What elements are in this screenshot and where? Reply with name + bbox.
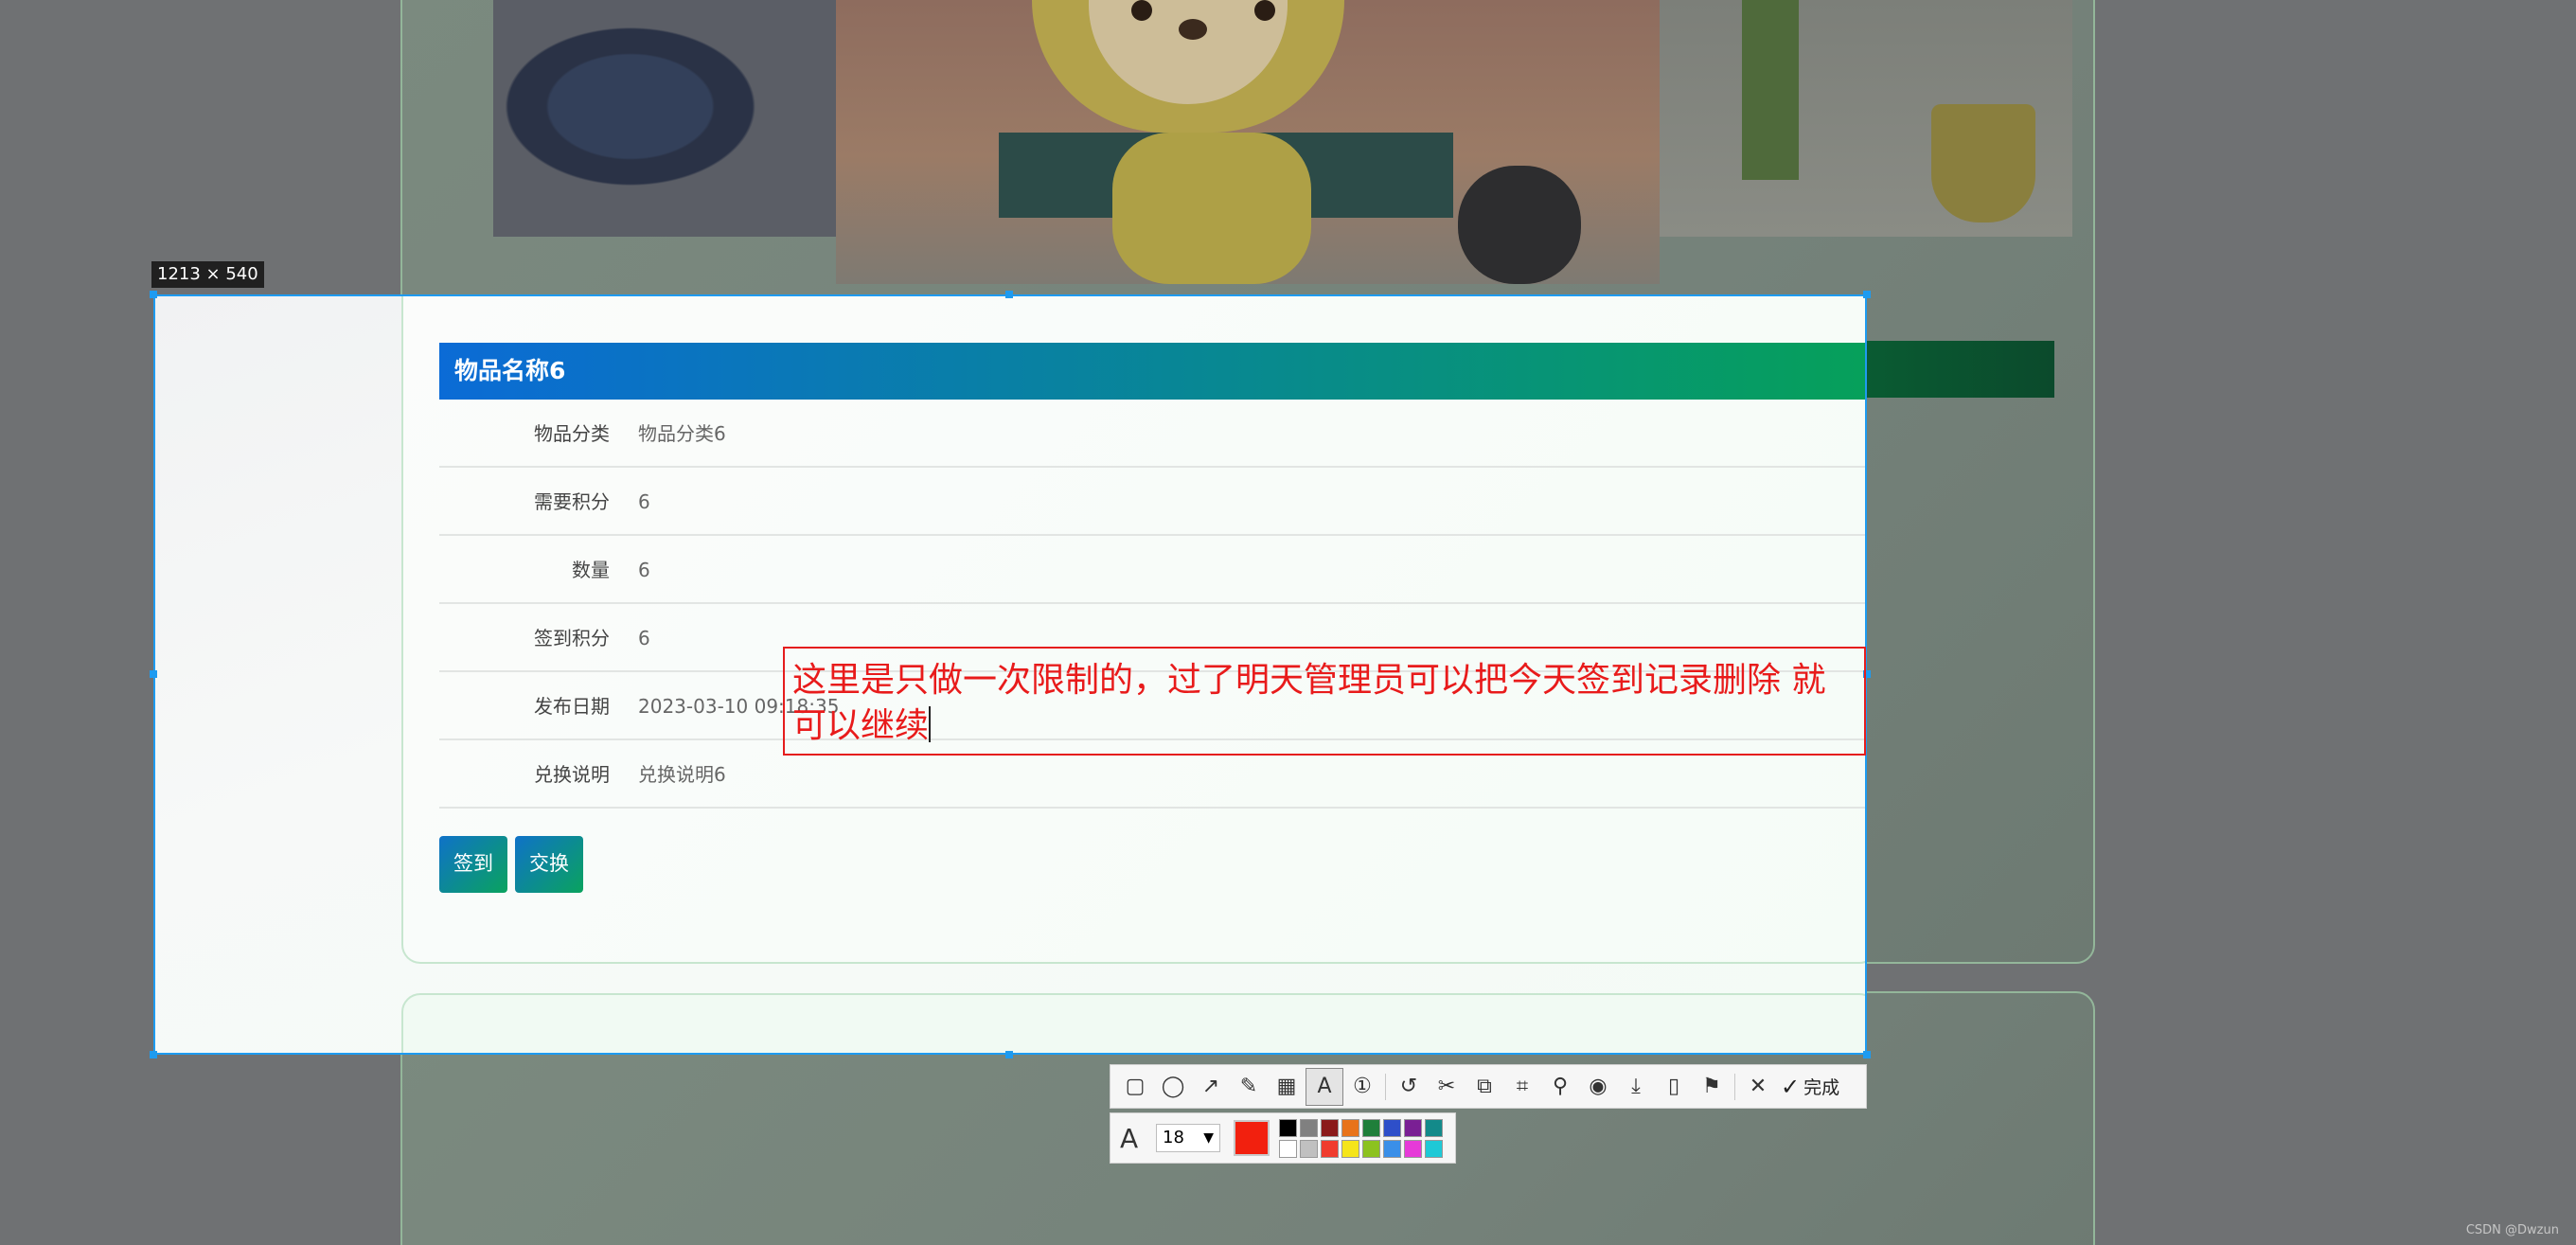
record-icon[interactable]: ◉: [1579, 1068, 1617, 1106]
arrow-icon[interactable]: ↗: [1192, 1068, 1230, 1106]
done-label: 完成: [1803, 1077, 1840, 1098]
glass-cup-shape: [1931, 104, 2035, 222]
color-swatch[interactable]: [1425, 1139, 1443, 1158]
rectangle-icon[interactable]: ▢: [1116, 1068, 1154, 1106]
pencil-icon[interactable]: ✎: [1230, 1068, 1268, 1106]
field-label: 发布日期: [534, 695, 610, 718]
item-title: 物品名称6: [439, 343, 1865, 400]
screenshot-toolbar: ▢ ◯ ↗ ✎ ▦ A ① ↺ ✂ ⧉ ⌗ ⚲ ◉ ⤓ ▯ ⚑ ✕ ✓ 完成: [1110, 1064, 1867, 1109]
resize-handle-left[interactable]: [150, 670, 157, 678]
field-value: 兑换说明6: [638, 763, 726, 786]
selection-size-label: 1213 × 540: [151, 261, 264, 288]
field-row-category: 物品分类 物品分类6: [439, 400, 1865, 468]
color-swatch[interactable]: [1321, 1118, 1339, 1137]
color-swatch[interactable]: [1383, 1118, 1401, 1137]
color-swatch[interactable]: [1383, 1139, 1401, 1158]
text-icon[interactable]: A: [1306, 1067, 1343, 1106]
color-swatch[interactable]: [1362, 1139, 1380, 1158]
check-icon: ✓: [1781, 1073, 1801, 1100]
plush-nose: [1179, 19, 1207, 40]
toolbar-divider: [1385, 1073, 1386, 1100]
color-swatch[interactable]: [1404, 1139, 1422, 1158]
shoe-image: [493, 0, 836, 237]
field-row-required-points: 需要积分 6: [439, 468, 1865, 536]
field-value: 6: [638, 490, 650, 513]
text-caret: [929, 706, 932, 742]
annotation-text-box[interactable]: 这里是只做一次限制的，过了明天管理员可以把今天签到记录删除 就可以继续: [783, 647, 1866, 756]
resize-handle-top[interactable]: [1005, 291, 1013, 298]
current-color-swatch[interactable]: [1234, 1120, 1270, 1156]
field-value: 6: [638, 627, 650, 649]
teddy-bear-shape: [1458, 166, 1581, 284]
resize-handle-bottom-left[interactable]: [150, 1051, 157, 1058]
field-label: 签到积分: [534, 627, 610, 649]
signin-button[interactable]: 签到: [439, 836, 507, 893]
pin-icon[interactable]: ⚲: [1541, 1068, 1579, 1106]
field-value: 6: [638, 559, 650, 581]
download-icon[interactable]: ⤓: [1617, 1068, 1655, 1106]
color-swatch[interactable]: [1404, 1118, 1422, 1137]
field-label: 数量: [572, 559, 610, 581]
color-swatch[interactable]: [1341, 1139, 1359, 1158]
watermark: CSDN @Dwzun: [2465, 1223, 2559, 1237]
next-product-card: [401, 993, 1865, 1053]
green-drink-shape: [1742, 0, 1799, 180]
field-label: 物品分类: [534, 422, 610, 445]
color-swatch[interactable]: [1300, 1139, 1318, 1158]
color-swatch[interactable]: [1341, 1118, 1359, 1137]
mosaic-icon[interactable]: ▦: [1268, 1068, 1306, 1106]
color-swatch[interactable]: [1425, 1118, 1443, 1137]
color-swatch[interactable]: [1362, 1118, 1380, 1137]
ocr-icon[interactable]: ⌗: [1503, 1068, 1541, 1106]
resize-handle-bottom[interactable]: [1005, 1051, 1013, 1058]
text-options-bar: A 18 ▼: [1110, 1112, 1456, 1164]
long-screenshot-icon[interactable]: ▯: [1655, 1068, 1693, 1106]
color-swatch[interactable]: [1279, 1139, 1297, 1158]
resize-handle-top-right[interactable]: [1863, 291, 1871, 298]
done-button[interactable]: ✓ 完成: [1781, 1074, 1839, 1100]
ellipse-icon[interactable]: ◯: [1154, 1068, 1192, 1106]
color-swatch[interactable]: [1321, 1139, 1339, 1158]
resize-handle-bottom-right[interactable]: [1863, 1051, 1871, 1058]
font-icon: A: [1120, 1122, 1139, 1154]
field-label: 需要积分: [534, 490, 610, 513]
screen: 1213 × 540 物品名称6 物品分类 物品分类6 需要积分 6 数量 6 …: [0, 0, 2576, 1245]
cut-icon[interactable]: ✂: [1428, 1068, 1466, 1106]
field-row-quantity: 数量 6: [439, 536, 1865, 604]
color-swatch[interactable]: [1300, 1118, 1318, 1137]
toolbar-divider: [1734, 1073, 1735, 1100]
chevron-down-icon: ▼: [1203, 1130, 1214, 1146]
bookmark-icon[interactable]: ⚑: [1693, 1068, 1731, 1106]
field-value: 物品分类6: [638, 422, 726, 445]
plush-eye-right: [1254, 0, 1275, 21]
font-size-select[interactable]: 18 ▼: [1156, 1124, 1220, 1152]
close-icon[interactable]: ✕: [1739, 1068, 1777, 1106]
exchange-button[interactable]: 交换: [515, 836, 583, 893]
title-bar-outside-selection: [1867, 341, 2054, 398]
resize-handle-top-left[interactable]: [150, 291, 157, 298]
annotation-text: 这里是只做一次限制的，过了明天管理员可以把今天签到记录删除 就可以继续: [792, 661, 1826, 745]
plush-eye-left: [1131, 0, 1152, 21]
color-swatch[interactable]: [1279, 1118, 1297, 1137]
number-icon[interactable]: ①: [1343, 1068, 1381, 1106]
translate-icon[interactable]: ⧉: [1466, 1068, 1503, 1106]
plush-body-shape: [1112, 133, 1311, 284]
color-palette: [1279, 1118, 1443, 1158]
field-label: 兑换说明: [534, 763, 610, 786]
font-size-value: 18: [1163, 1128, 1184, 1147]
undo-icon[interactable]: ↺: [1390, 1068, 1428, 1106]
